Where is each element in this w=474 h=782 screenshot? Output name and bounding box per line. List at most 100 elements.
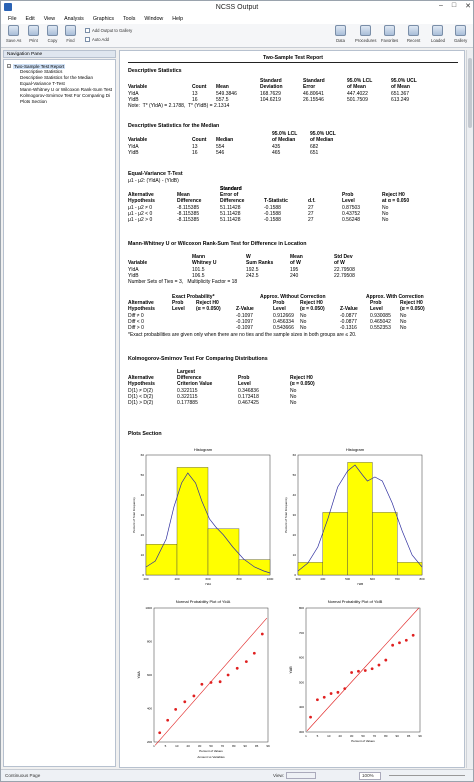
x-tick-label: 90 (396, 734, 400, 738)
table-cell: 465 (272, 150, 281, 156)
histogram-bar (297, 562, 323, 576)
x-tick-label: 700 (395, 577, 400, 581)
zoom-select[interactable]: 100% (359, 772, 381, 780)
x-tick-label: 10 (327, 734, 331, 738)
x-tick-label: 50 (361, 734, 365, 738)
density-curve (297, 464, 423, 572)
column-header: Error (303, 84, 316, 90)
data-point (192, 694, 196, 698)
recent-button[interactable]: Recent (407, 25, 420, 43)
y-tick-label: 600 (147, 673, 152, 677)
y-tick-label: 600 (299, 656, 304, 660)
x-tick-label: 800 (236, 577, 241, 581)
data-point (343, 687, 347, 690)
column-header: Count (192, 137, 207, 143)
data-point (370, 667, 374, 671)
menu-analysis[interactable]: Analysis (64, 16, 84, 22)
histogram-bar (347, 462, 373, 576)
plot-frame (305, 607, 421, 733)
y-tick-label: 500 (299, 680, 304, 684)
column-header: Variable (128, 137, 148, 143)
y-tick-label: 20 (293, 533, 297, 537)
data-point (166, 718, 170, 722)
procedures-icon (360, 25, 372, 36)
collapse-icon[interactable]: − (7, 64, 11, 68)
procedures-button[interactable]: Procedures (355, 25, 376, 43)
histogram-bar (145, 544, 178, 576)
table-cell: 613.249 (391, 97, 410, 103)
data-point (391, 643, 395, 647)
menu-file[interactable]: File (8, 16, 17, 22)
y-tick-label: 30 (293, 513, 297, 517)
data-point (158, 731, 162, 735)
table-cell: 0.56248 (342, 217, 361, 223)
save-as-button[interactable]: Save As (6, 25, 21, 43)
chart-title: Normal Probability Plot of YldB (328, 599, 383, 604)
column-header: Level (238, 381, 251, 387)
chart-title: Normal Probability Plot of YldA (176, 599, 231, 604)
data-point (411, 633, 415, 637)
section-title: Kolmogorov-Smirnov Test For Comparing Di… (128, 356, 268, 362)
data-point (209, 681, 213, 684)
y-axis-label: Percent of Total Frequency (132, 497, 136, 533)
histogram-bar (207, 528, 240, 576)
y-tick-label: 0 (294, 573, 296, 577)
menu-graphics[interactable]: Graphics (93, 16, 114, 22)
find-button[interactable]: Find (65, 25, 76, 43)
menu-help[interactable]: Help (172, 16, 183, 22)
loaded-button[interactable]: Loaded (431, 25, 445, 43)
app-icon (4, 3, 12, 11)
table-cell: 546 (216, 150, 225, 156)
table-cell: 51.11428 (220, 217, 241, 223)
plot-footer: Amount vs Variables (197, 755, 225, 759)
column-header: Hypothesis (128, 381, 155, 387)
table-cell: D(1) > D(2) (128, 400, 154, 406)
y-tick-label: 400 (147, 707, 152, 711)
x-tick-label: 200 (143, 577, 148, 581)
menu-view[interactable]: View (44, 16, 55, 22)
auto-add-checkbox[interactable]: Auto Add (85, 35, 132, 44)
vertical-scrollbar[interactable] (466, 50, 473, 768)
print-button[interactable]: Print (28, 25, 39, 43)
maximize-button[interactable]: □ (452, 2, 456, 10)
subtitle-text: μ1 - μ2: (YldA) - (YldB) (128, 178, 179, 184)
column-header: Criterion Value (177, 381, 213, 387)
copy-button[interactable]: Copy (47, 25, 58, 43)
x-tick-label: 500 (345, 577, 350, 581)
x-tick-label: 70 (373, 734, 377, 738)
data-point (363, 669, 367, 672)
menu-window[interactable]: Window (144, 16, 163, 22)
close-button[interactable]: ✕ (465, 2, 471, 10)
gallery-button[interactable]: Gallery (454, 25, 467, 43)
column-header: Level (172, 306, 185, 312)
y-tick-label: 40 (141, 493, 145, 497)
y-tick-label: 800 (147, 640, 152, 644)
menu-tools[interactable]: Tools (123, 16, 135, 22)
table-cell: 501.7509 (347, 97, 368, 103)
data-point (322, 695, 326, 699)
menu-edit[interactable]: Edit (26, 16, 35, 22)
y-axis-label: Percent of Total Frequency (284, 497, 288, 533)
navigation-pane: − Two-Sample Test Report Descriptive Sta… (3, 59, 116, 767)
favorites-button[interactable]: Favorites (381, 25, 398, 43)
section-title: Mann-Whitney U or Wilcoxon Rank-Sum Test… (128, 241, 307, 247)
table-cell: 26.15546 (303, 97, 324, 103)
data-point (357, 669, 360, 673)
reference-line (154, 617, 268, 746)
scrollbar-thumb[interactable] (468, 58, 472, 128)
x-tick-label: 400 (320, 577, 325, 581)
data-icon (335, 25, 346, 36)
column-header: Count (192, 84, 207, 90)
minimize-button[interactable]: – (439, 2, 443, 10)
add-to-gallery-button[interactable]: Add Output to Gallery (85, 26, 132, 35)
data-point (252, 651, 256, 655)
table-cell: No (290, 400, 297, 406)
view-selector[interactable] (286, 772, 316, 779)
title-bar: NCSS Output – □ ✕ (1, 1, 473, 14)
nav-item[interactable]: Plots Section (7, 99, 115, 105)
column-header: (α = 0.050) (300, 306, 325, 312)
data-button[interactable]: Data (335, 25, 346, 43)
zoom-slider[interactable] (389, 775, 465, 776)
y-tick-label: 40 (293, 493, 297, 497)
data-point (336, 690, 340, 694)
